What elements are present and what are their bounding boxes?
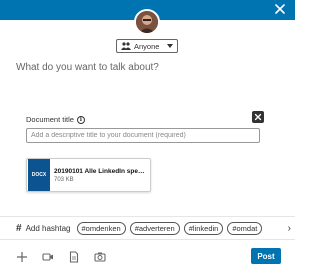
- document-info: 20190101 Alle LinkedIn speci… 703 KB: [54, 168, 148, 183]
- video-icon[interactable]: [42, 251, 54, 263]
- post-button[interactable]: Post: [251, 248, 281, 264]
- close-icon[interactable]: [273, 2, 287, 16]
- document-title-input[interactable]: [26, 128, 260, 143]
- hashtag-row: # Add hashtag #omdenken #adverteren #lin…: [0, 216, 295, 240]
- plus-icon[interactable]: [16, 251, 28, 263]
- avatar: [134, 9, 160, 35]
- hashtag-chip[interactable]: #omdat: [227, 221, 263, 235]
- chevron-right-icon[interactable]: ›: [288, 223, 291, 234]
- document-file-name: 20190101 Alle LinkedIn speci…: [54, 167, 148, 175]
- document-title-label: Document title i: [26, 115, 85, 124]
- document-icon[interactable]: [68, 251, 80, 263]
- remove-document-button[interactable]: [252, 111, 264, 123]
- hashtag-suggestions: #omdenken #adverteren #linkedin #omdat: [76, 221, 282, 235]
- add-hashtag-label: Add hashtag: [25, 223, 71, 233]
- audience-label: Anyone: [134, 41, 160, 51]
- camera-icon[interactable]: [94, 251, 106, 263]
- hashtag-icon: #: [16, 222, 22, 234]
- close-icon: [254, 113, 262, 121]
- hashtag-chip[interactable]: #omdenken: [76, 221, 126, 235]
- chevron-down-icon: [167, 44, 173, 48]
- audience-selector[interactable]: Anyone: [116, 39, 178, 53]
- docx-file-icon: DOCX: [28, 159, 50, 191]
- post-text-prompt[interactable]: What do you want to talk about?: [16, 62, 159, 73]
- info-icon[interactable]: i: [76, 115, 85, 124]
- people-icon: [121, 42, 131, 50]
- add-hashtag-button[interactable]: # Add hashtag: [16, 223, 71, 234]
- document-attachment-card[interactable]: DOCX 20190101 Alle LinkedIn speci… 703 K…: [26, 158, 151, 192]
- hashtag-chip[interactable]: #linkedin: [183, 221, 224, 235]
- document-title-text: Document title: [26, 115, 74, 124]
- document-file-size: 703 KB: [54, 176, 74, 183]
- hashtag-chip[interactable]: #adverteren: [129, 221, 180, 235]
